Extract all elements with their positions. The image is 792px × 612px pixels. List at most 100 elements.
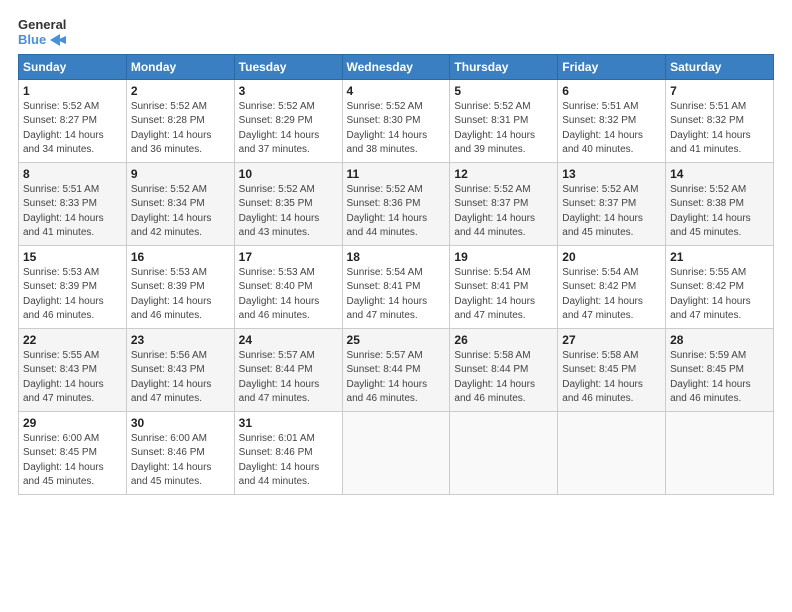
- col-header-wednesday: Wednesday: [342, 54, 450, 79]
- day-detail: Sunrise: 5:51 AMSunset: 8:32 PMDaylight:…: [670, 100, 769, 158]
- day-cell: 30 Sunrise: 6:00 AMSunset: 8:46 PMDayligh…: [126, 411, 234, 494]
- day-number: 14: [670, 167, 769, 181]
- day-cell: 13 Sunrise: 5:52 AMSunset: 8:37 PMDayligh…: [558, 162, 666, 245]
- col-header-friday: Friday: [558, 54, 666, 79]
- day-cell: 23 Sunrise: 5:56 AMSunset: 8:43 PMDayligh…: [126, 328, 234, 411]
- day-cell: 18 Sunrise: 5:54 AMSunset: 8:41 PMDayligh…: [342, 245, 450, 328]
- day-detail: Sunrise: 6:00 AMSunset: 8:46 PMDaylight:…: [131, 432, 230, 490]
- day-cell: 11Sunrise: 5:52 AMSunset: 8:36 PMDayligh…: [342, 162, 450, 245]
- day-number: 20: [562, 250, 661, 264]
- day-detail: Sunrise: 5:51 AMSunset: 8:32 PMDaylight:…: [562, 100, 661, 158]
- logo: General Blue: [18, 18, 66, 48]
- week-row-4: 22 Sunrise: 5:55 AMSunset: 8:43 PMDayligh…: [19, 328, 774, 411]
- day-cell: 21Sunrise: 5:55 AMSunset: 8:42 PMDayligh…: [666, 245, 774, 328]
- logo-blue: Blue: [18, 33, 66, 48]
- day-cell: 12 Sunrise: 5:52 AMSunset: 8:37 PMDayligh…: [450, 162, 558, 245]
- day-detail: Sunrise: 5:52 AMSunset: 8:37 PMDaylight:…: [454, 183, 553, 241]
- day-cell: 25 Sunrise: 5:57 AMSunset: 8:44 PMDayligh…: [342, 328, 450, 411]
- day-detail: Sunrise: 5:52 AMSunset: 8:37 PMDaylight:…: [562, 183, 661, 241]
- col-header-thursday: Thursday: [450, 54, 558, 79]
- day-number: 17: [239, 250, 338, 264]
- day-detail: Sunrise: 5:57 AMSunset: 8:44 PMDaylight:…: [239, 349, 338, 407]
- day-cell: 2 Sunrise: 5:52 AMSunset: 8:28 PMDaylight…: [126, 79, 234, 162]
- day-cell: 4Sunrise: 5:52 AMSunset: 8:30 PMDaylight…: [342, 79, 450, 162]
- week-row-3: 15 Sunrise: 5:53 AMSunset: 8:39 PMDayligh…: [19, 245, 774, 328]
- day-cell: 29Sunrise: 6:00 AMSunset: 8:45 PMDayligh…: [19, 411, 127, 494]
- header-row: General Blue: [18, 18, 774, 48]
- day-number: 8: [23, 167, 122, 181]
- week-row-2: 8 Sunrise: 5:51 AMSunset: 8:33 PMDaylight…: [19, 162, 774, 245]
- col-header-tuesday: Tuesday: [234, 54, 342, 79]
- day-number: 22: [23, 333, 122, 347]
- day-detail: Sunrise: 5:52 AMSunset: 8:35 PMDaylight:…: [239, 183, 338, 241]
- day-detail: Sunrise: 6:00 AMSunset: 8:45 PMDaylight:…: [23, 432, 122, 490]
- day-cell: [666, 411, 774, 494]
- day-detail: Sunrise: 5:59 AMSunset: 8:45 PMDaylight:…: [670, 349, 769, 407]
- day-cell: 8 Sunrise: 5:51 AMSunset: 8:33 PMDaylight…: [19, 162, 127, 245]
- day-number: 11: [347, 167, 446, 181]
- day-cell: 20 Sunrise: 5:54 AMSunset: 8:42 PMDayligh…: [558, 245, 666, 328]
- day-cell: 26 Sunrise: 5:58 AMSunset: 8:44 PMDayligh…: [450, 328, 558, 411]
- day-cell: 31Sunrise: 6:01 AMSunset: 8:46 PMDayligh…: [234, 411, 342, 494]
- day-detail: Sunrise: 5:55 AMSunset: 8:42 PMDaylight:…: [670, 266, 769, 324]
- day-cell: 7Sunrise: 5:51 AMSunset: 8:32 PMDaylight…: [666, 79, 774, 162]
- day-cell: 22 Sunrise: 5:55 AMSunset: 8:43 PMDayligh…: [19, 328, 127, 411]
- day-number: 24: [239, 333, 338, 347]
- day-detail: Sunrise: 5:52 AMSunset: 8:28 PMDaylight:…: [131, 100, 230, 158]
- col-header-saturday: Saturday: [666, 54, 774, 79]
- logo-general: General: [18, 18, 66, 33]
- day-cell: [558, 411, 666, 494]
- calendar-table: SundayMondayTuesdayWednesdayThursdayFrid…: [18, 54, 774, 495]
- day-number: 9: [131, 167, 230, 181]
- day-cell: 28 Sunrise: 5:59 AMSunset: 8:45 PMDayligh…: [666, 328, 774, 411]
- day-cell: 27 Sunrise: 5:58 AMSunset: 8:45 PMDayligh…: [558, 328, 666, 411]
- day-detail: Sunrise: 5:58 AMSunset: 8:45 PMDaylight:…: [562, 349, 661, 407]
- day-detail: Sunrise: 5:54 AMSunset: 8:42 PMDaylight:…: [562, 266, 661, 324]
- day-detail: Sunrise: 5:54 AMSunset: 8:41 PMDaylight:…: [454, 266, 553, 324]
- day-detail: Sunrise: 5:55 AMSunset: 8:43 PMDaylight:…: [23, 349, 122, 407]
- day-cell: 5Sunrise: 5:52 AMSunset: 8:31 PMDaylight…: [450, 79, 558, 162]
- day-number: 26: [454, 333, 553, 347]
- day-cell: 14Sunrise: 5:52 AMSunset: 8:38 PMDayligh…: [666, 162, 774, 245]
- main-container: General Blue SundayMondayTuesdayWednesda…: [0, 0, 792, 505]
- day-cell: 9 Sunrise: 5:52 AMSunset: 8:34 PMDaylight…: [126, 162, 234, 245]
- day-detail: Sunrise: 5:53 AMSunset: 8:39 PMDaylight:…: [131, 266, 230, 324]
- day-number: 27: [562, 333, 661, 347]
- week-row-5: 29Sunrise: 6:00 AMSunset: 8:45 PMDayligh…: [19, 411, 774, 494]
- day-detail: Sunrise: 5:54 AMSunset: 8:41 PMDaylight:…: [347, 266, 446, 324]
- day-number: 15: [23, 250, 122, 264]
- logo-bird-icon: [48, 33, 66, 47]
- day-number: 2: [131, 84, 230, 98]
- day-detail: Sunrise: 5:56 AMSunset: 8:43 PMDaylight:…: [131, 349, 230, 407]
- day-detail: Sunrise: 5:58 AMSunset: 8:44 PMDaylight:…: [454, 349, 553, 407]
- day-cell: 16Sunrise: 5:53 AMSunset: 8:39 PMDayligh…: [126, 245, 234, 328]
- day-number: 25: [347, 333, 446, 347]
- day-number: 18: [347, 250, 446, 264]
- day-cell: 24 Sunrise: 5:57 AMSunset: 8:44 PMDayligh…: [234, 328, 342, 411]
- day-number: 19: [454, 250, 553, 264]
- day-detail: Sunrise: 5:51 AMSunset: 8:33 PMDaylight:…: [23, 183, 122, 241]
- week-row-1: 1Sunrise: 5:52 AMSunset: 8:27 PMDaylight…: [19, 79, 774, 162]
- day-number: 30: [131, 416, 230, 430]
- day-number: 5: [454, 84, 553, 98]
- day-cell: 19 Sunrise: 5:54 AMSunset: 8:41 PMDayligh…: [450, 245, 558, 328]
- col-header-sunday: Sunday: [19, 54, 127, 79]
- header-row-days: SundayMondayTuesdayWednesdayThursdayFrid…: [19, 54, 774, 79]
- day-detail: Sunrise: 5:52 AMSunset: 8:30 PMDaylight:…: [347, 100, 446, 158]
- day-cell: [450, 411, 558, 494]
- day-detail: Sunrise: 5:53 AMSunset: 8:39 PMDaylight:…: [23, 266, 122, 324]
- day-detail: Sunrise: 5:52 AMSunset: 8:34 PMDaylight:…: [131, 183, 230, 241]
- day-cell: [342, 411, 450, 494]
- day-number: 23: [131, 333, 230, 347]
- day-number: 10: [239, 167, 338, 181]
- day-number: 31: [239, 416, 338, 430]
- day-number: 13: [562, 167, 661, 181]
- day-number: 12: [454, 167, 553, 181]
- day-detail: Sunrise: 5:57 AMSunset: 8:44 PMDaylight:…: [347, 349, 446, 407]
- day-detail: Sunrise: 5:52 AMSunset: 8:29 PMDaylight:…: [239, 100, 338, 158]
- day-number: 6: [562, 84, 661, 98]
- day-number: 3: [239, 84, 338, 98]
- day-number: 1: [23, 84, 122, 98]
- day-cell: 17Sunrise: 5:53 AMSunset: 8:40 PMDayligh…: [234, 245, 342, 328]
- day-number: 28: [670, 333, 769, 347]
